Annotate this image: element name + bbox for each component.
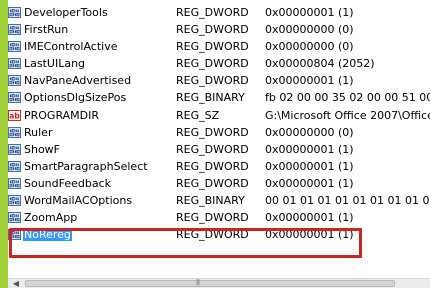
registry-value-row[interactable]: DeveloperTools REG_DWORD 0x00000001 (1) xyxy=(8,4,430,21)
value-type: REG_DWORD xyxy=(176,159,249,173)
string-value-icon: ab xyxy=(8,107,23,124)
scrollbar-thumb[interactable] xyxy=(25,280,395,287)
registry-value-row[interactable]: SmartParagraphSelect REG_DWORD 0x00000001 … xyxy=(8,158,430,175)
value-type: REG_SZ xyxy=(176,108,220,122)
value-type: REG_DWORD xyxy=(176,142,249,156)
value-type: REG_BINARY xyxy=(176,194,245,208)
value-name-cell[interactable]: ab PROGRAMDIR xyxy=(8,107,178,124)
value-data: 0x00000000 (0) xyxy=(265,125,354,139)
registry-value-row[interactable]: ZoomApp REG_DWORD 0x00000001 (1) xyxy=(8,209,430,226)
value-name-cell[interactable]: Ruler xyxy=(8,124,178,141)
value-type: REG_DWORD xyxy=(176,57,249,71)
value-name: WordMailACOptions xyxy=(24,194,133,208)
value-name-cell[interactable]: LastUILang xyxy=(8,55,178,72)
value-type: REG_DWORD xyxy=(176,40,249,54)
value-name: NoRereg xyxy=(23,228,72,242)
binary-value-icon xyxy=(8,21,23,38)
binary-value-icon xyxy=(8,55,23,72)
svg-text:ab: ab xyxy=(9,111,20,120)
registry-values-pane: DeveloperTools REG_DWORD 0x00000001 (1) Fir… xyxy=(8,0,430,278)
registry-value-row[interactable]: FirstRun REG_DWORD 0x00000000 (0) xyxy=(8,21,430,38)
binary-value-icon xyxy=(8,124,23,141)
value-name: ZoomApp xyxy=(24,211,78,225)
value-name-cell[interactable]: FirstRun xyxy=(8,21,178,38)
value-data: 0x00000000 (0) xyxy=(265,23,354,37)
value-type: REG_DWORD xyxy=(176,228,249,242)
binary-value-icon xyxy=(8,4,23,21)
value-name: OptionsDlgSizePos xyxy=(24,91,127,105)
value-data: 0x00000001 (1) xyxy=(265,176,354,190)
value-data: 00 01 01 01 01 01 01 01 01 01 01 01 xyxy=(265,194,430,208)
value-type: REG_DWORD xyxy=(176,125,249,139)
value-type: REG_BINARY xyxy=(176,91,245,105)
registry-value-row[interactable]: WordMailACOptions REG_BINARY 00 01 01 01 0… xyxy=(8,192,430,209)
value-data: 0x00000001 (1) xyxy=(265,211,354,225)
horizontal-scrollbar[interactable]: ◀ ||| xyxy=(8,278,430,288)
value-type: REG_DWORD xyxy=(176,211,249,225)
value-data: 0x00000001 (1) xyxy=(265,142,354,156)
binary-value-icon xyxy=(8,38,23,55)
value-data: G:\Microsoft Office 2007\Office14\ xyxy=(265,108,430,122)
registry-value-row[interactable]: ShowF REG_DWORD 0x00000001 (1) xyxy=(8,141,430,158)
value-name: NavPaneAdvertised xyxy=(24,74,132,88)
binary-value-icon xyxy=(8,209,23,226)
scrollbar-grip-icon: ||| xyxy=(196,279,200,286)
value-data: 0x00000001 (1) xyxy=(265,228,354,242)
value-data: 0x00000001 (1) xyxy=(265,6,354,19)
value-data: fb 02 00 00 35 02 00 00 51 00 00 00 xyxy=(265,91,430,105)
registry-value-row[interactable]: LastUILang REG_DWORD 0x00000804 (2052) xyxy=(8,55,430,72)
binary-value-icon xyxy=(8,72,23,89)
value-name-cell[interactable]: WordMailACOptions xyxy=(8,192,178,209)
value-name-cell[interactable]: OptionsDlgSizePos xyxy=(8,89,178,106)
value-data: 0x00000001 (1) xyxy=(265,159,354,173)
registry-value-row[interactable]: ab PROGRAMDIR REG_SZ G:\Microsoft Office 20… xyxy=(8,107,430,124)
registry-value-list: DeveloperTools REG_DWORD 0x00000001 (1) Fir… xyxy=(8,4,430,243)
value-type: REG_DWORD xyxy=(176,74,249,88)
value-data: 0x00000001 (1) xyxy=(265,74,354,88)
binary-value-icon xyxy=(8,89,23,106)
value-name: PROGRAMDIR xyxy=(24,108,100,122)
value-name-cell[interactable]: ShowF xyxy=(8,141,178,158)
registry-value-row[interactable]: IMEControlActive REG_DWORD 0x00000000 (0) xyxy=(8,38,430,55)
value-type: REG_DWORD xyxy=(176,6,249,19)
value-name: FirstRun xyxy=(24,23,69,37)
value-name-cell[interactable]: NoRereg xyxy=(8,226,178,243)
registry-value-row[interactable]: OptionsDlgSizePos REG_BINARY fb 02 00 00 3… xyxy=(8,89,430,106)
scroll-left-arrow-icon[interactable]: ◀ xyxy=(11,279,21,288)
value-type: REG_DWORD xyxy=(176,176,249,190)
value-type: REG_DWORD xyxy=(176,23,249,37)
value-name-cell[interactable]: IMEControlActive xyxy=(8,38,178,55)
value-name: ShowF xyxy=(24,142,61,156)
value-data: 0x00000000 (0) xyxy=(265,40,354,54)
registry-value-row[interactable]: NoRereg REG_DWORD 0x00000001 (1) xyxy=(8,226,430,243)
value-data: 0x00000804 (2052) xyxy=(265,57,375,71)
value-name-cell[interactable]: SoundFeedback xyxy=(8,175,178,192)
binary-value-icon xyxy=(8,175,23,192)
registry-value-row[interactable]: Ruler REG_DWORD 0x00000000 (0) xyxy=(8,124,430,141)
value-name: SmartParagraphSelect xyxy=(24,159,148,173)
registry-value-row[interactable]: NavPaneAdvertised REG_DWORD 0x00000001 (1) xyxy=(8,72,430,89)
value-name: IMEControlActive xyxy=(24,40,118,54)
value-name-cell[interactable]: ZoomApp xyxy=(8,209,178,226)
binary-value-icon xyxy=(8,141,23,158)
value-name-cell[interactable]: DeveloperTools xyxy=(8,4,178,21)
binary-value-icon xyxy=(8,192,23,209)
value-name-cell[interactable]: NavPaneAdvertised xyxy=(8,72,178,89)
value-name-cell[interactable]: SmartParagraphSelect xyxy=(8,158,178,175)
value-name: DeveloperTools xyxy=(24,6,108,19)
binary-value-icon xyxy=(8,226,23,243)
value-name: Ruler xyxy=(24,125,53,139)
value-name: SoundFeedback xyxy=(24,176,112,190)
registry-value-row[interactable]: SoundFeedback REG_DWORD 0x00000001 (1) xyxy=(8,175,430,192)
binary-value-icon xyxy=(8,158,23,175)
value-name: LastUILang xyxy=(24,57,86,71)
